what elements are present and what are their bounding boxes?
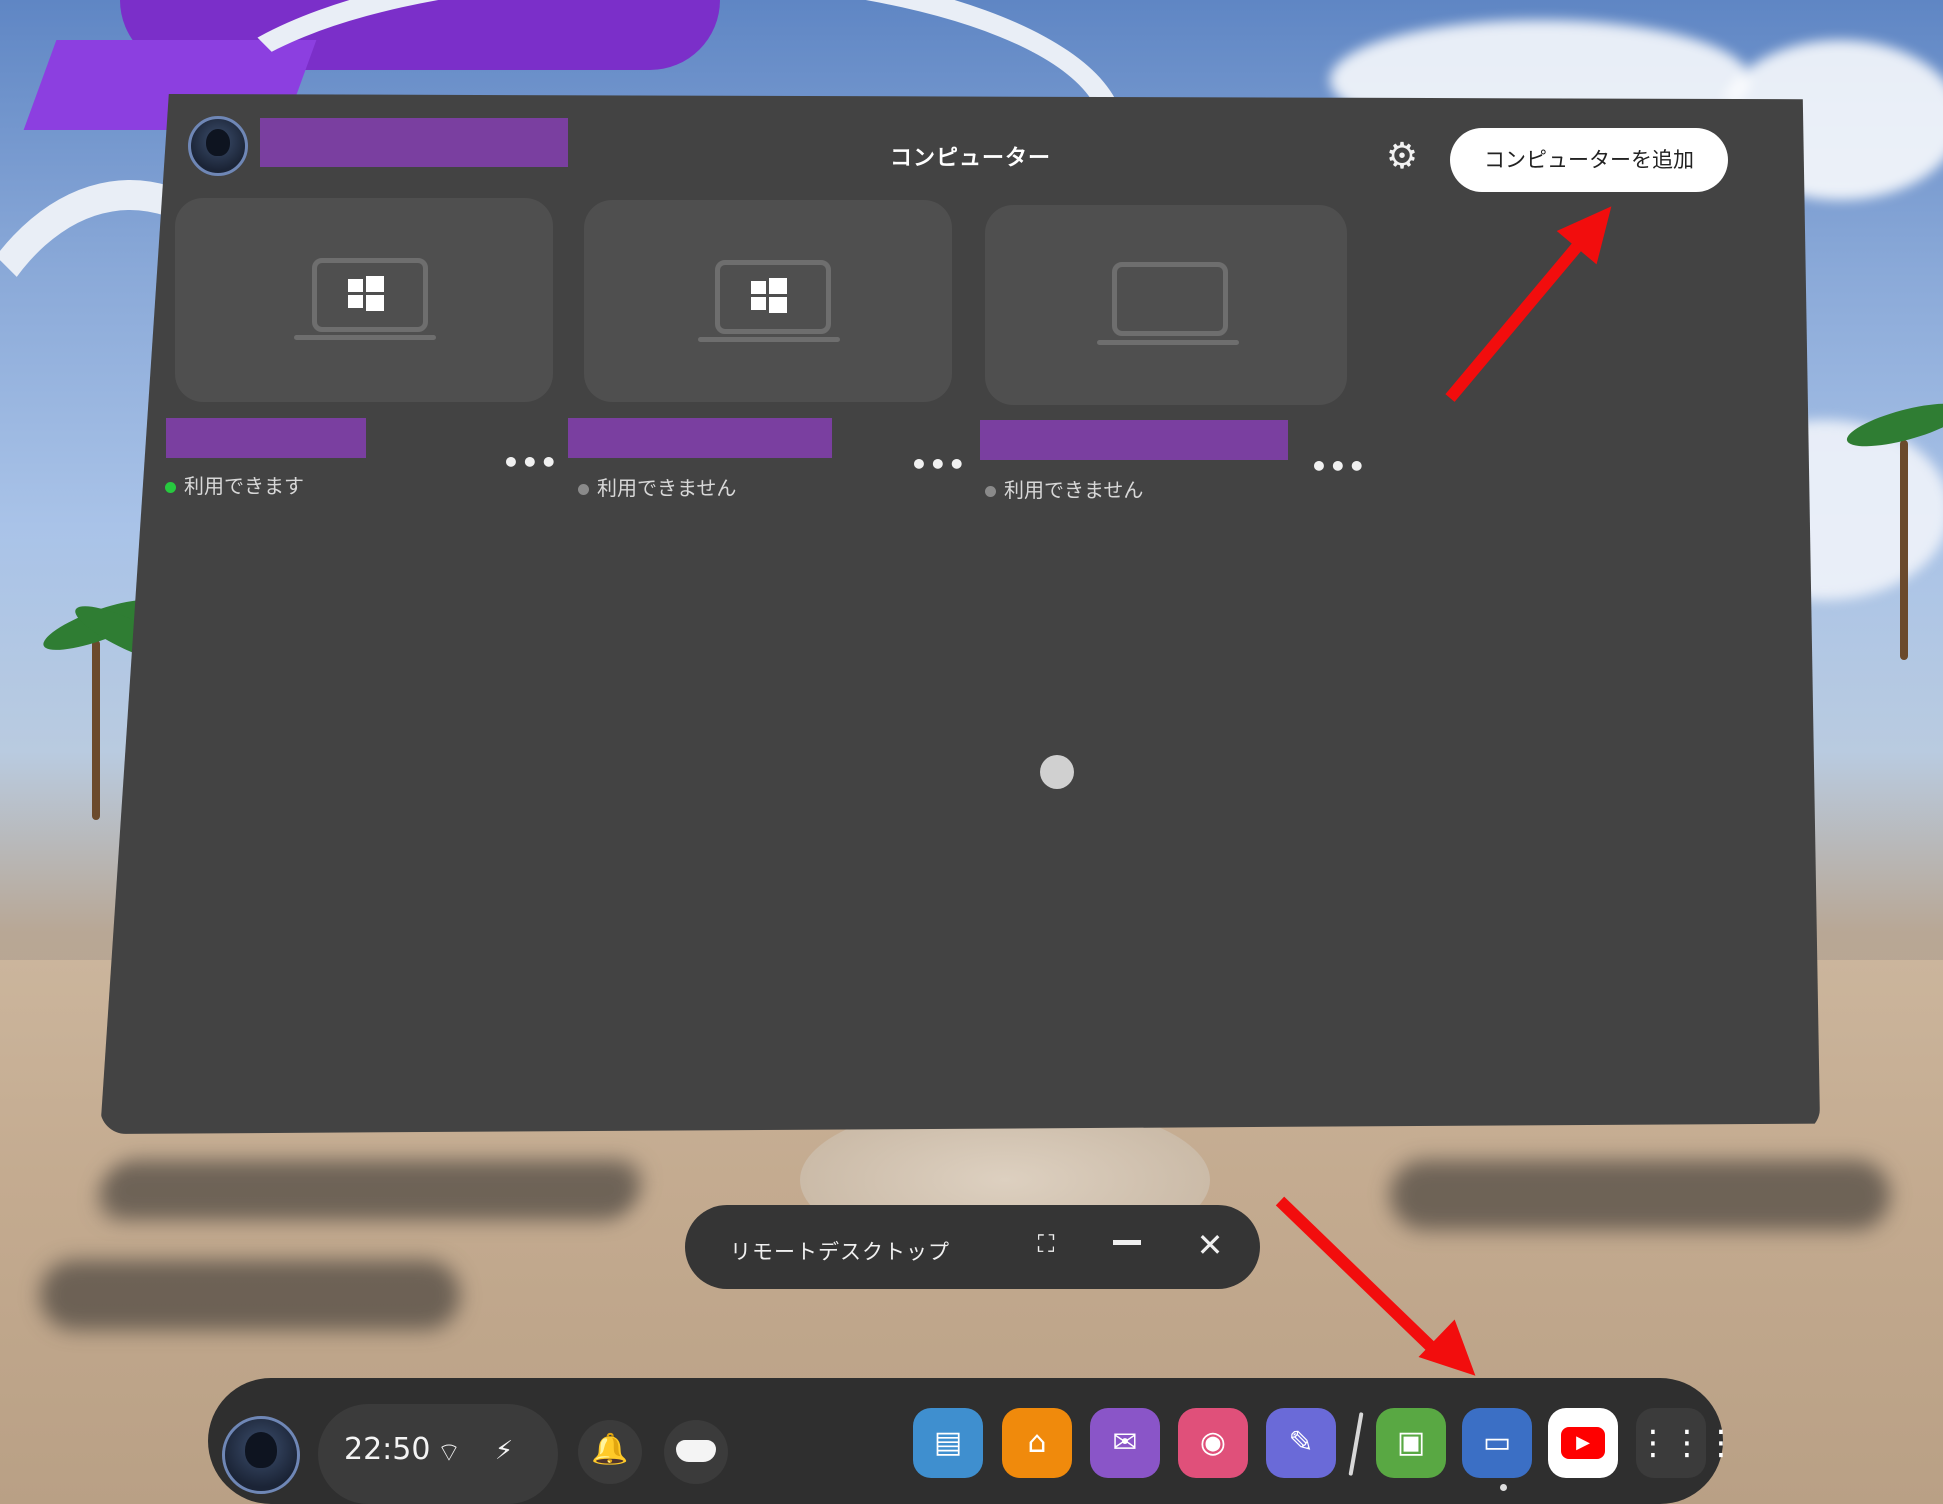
laptop-base: [1097, 340, 1239, 345]
window-bar-title: リモートデスクトップ: [730, 1240, 950, 1264]
windows-icon: [348, 276, 384, 311]
status-dot: [578, 484, 589, 495]
vr-headset-icon: [676, 1440, 716, 1462]
camera-app-icon[interactable]: ◉: [1178, 1408, 1248, 1478]
redacted-username: [260, 118, 568, 167]
redacted-computer-name: [980, 420, 1288, 460]
redacted-computer-name: [166, 418, 366, 458]
horizon-app-icon[interactable]: ✎: [1266, 1408, 1336, 1478]
floor-shadow: [1390, 1160, 1890, 1230]
gallery-app-icon[interactable]: ▣: [1376, 1408, 1446, 1478]
store-app-icon[interactable]: ⌂: [1002, 1408, 1072, 1478]
active-app-indicator: [1500, 1484, 1507, 1491]
messages-app-icon[interactable]: ✉: [1090, 1408, 1160, 1478]
palm-tree: [1900, 440, 1908, 660]
status-dot: [985, 486, 996, 497]
laptop-base: [698, 337, 840, 342]
add-computer-button[interactable]: コンピューターを追加: [1450, 128, 1728, 192]
laptop-base: [294, 335, 436, 340]
floor-shadow: [94, 1160, 646, 1220]
windows-icon: [751, 278, 787, 313]
status-text: 利用できます: [165, 470, 304, 499]
more-options-button[interactable]: •••: [502, 446, 559, 479]
user-avatar[interactable]: [188, 116, 248, 176]
remote-desktop-app-icon[interactable]: ▭: [1462, 1408, 1532, 1478]
laptop-screen: [1112, 262, 1228, 336]
more-options-button[interactable]: •••: [1310, 450, 1367, 483]
status-label: 利用できます: [184, 474, 304, 498]
gear-icon[interactable]: ⚙: [1383, 138, 1421, 176]
battery-charging-icon: ⚡: [494, 1436, 514, 1466]
youtube-app-icon[interactable]: ▶: [1548, 1408, 1618, 1478]
redacted-computer-name: [568, 418, 832, 458]
clock-time: 22:50: [344, 1432, 431, 1467]
status-text: 利用できません: [578, 472, 736, 501]
status-label: 利用できません: [1004, 478, 1144, 502]
status-dot: [165, 482, 176, 493]
bell-icon: 🔔: [591, 1432, 629, 1467]
status-label: 利用できません: [597, 476, 737, 500]
window-title: コンピューター: [890, 146, 1052, 171]
floor-shadow: [40, 1260, 460, 1330]
close-icon[interactable]: ✕: [1193, 1228, 1227, 1262]
dock-avatar[interactable]: [222, 1416, 300, 1494]
app-library-icon[interactable]: ⋮⋮⋮: [1636, 1408, 1738, 1478]
status-text: 利用できません: [985, 474, 1143, 503]
wifi-icon: ⌔: [436, 1438, 462, 1468]
palm-tree: [92, 640, 100, 820]
more-options-button[interactable]: •••: [910, 448, 967, 481]
fullscreen-icon[interactable]: ⛶: [1030, 1228, 1062, 1260]
play-icon: ▶: [1561, 1427, 1605, 1459]
minimize-icon[interactable]: [1113, 1240, 1141, 1245]
pointer-cursor: [1040, 755, 1074, 789]
explore-app-icon[interactable]: ▤: [913, 1408, 983, 1478]
